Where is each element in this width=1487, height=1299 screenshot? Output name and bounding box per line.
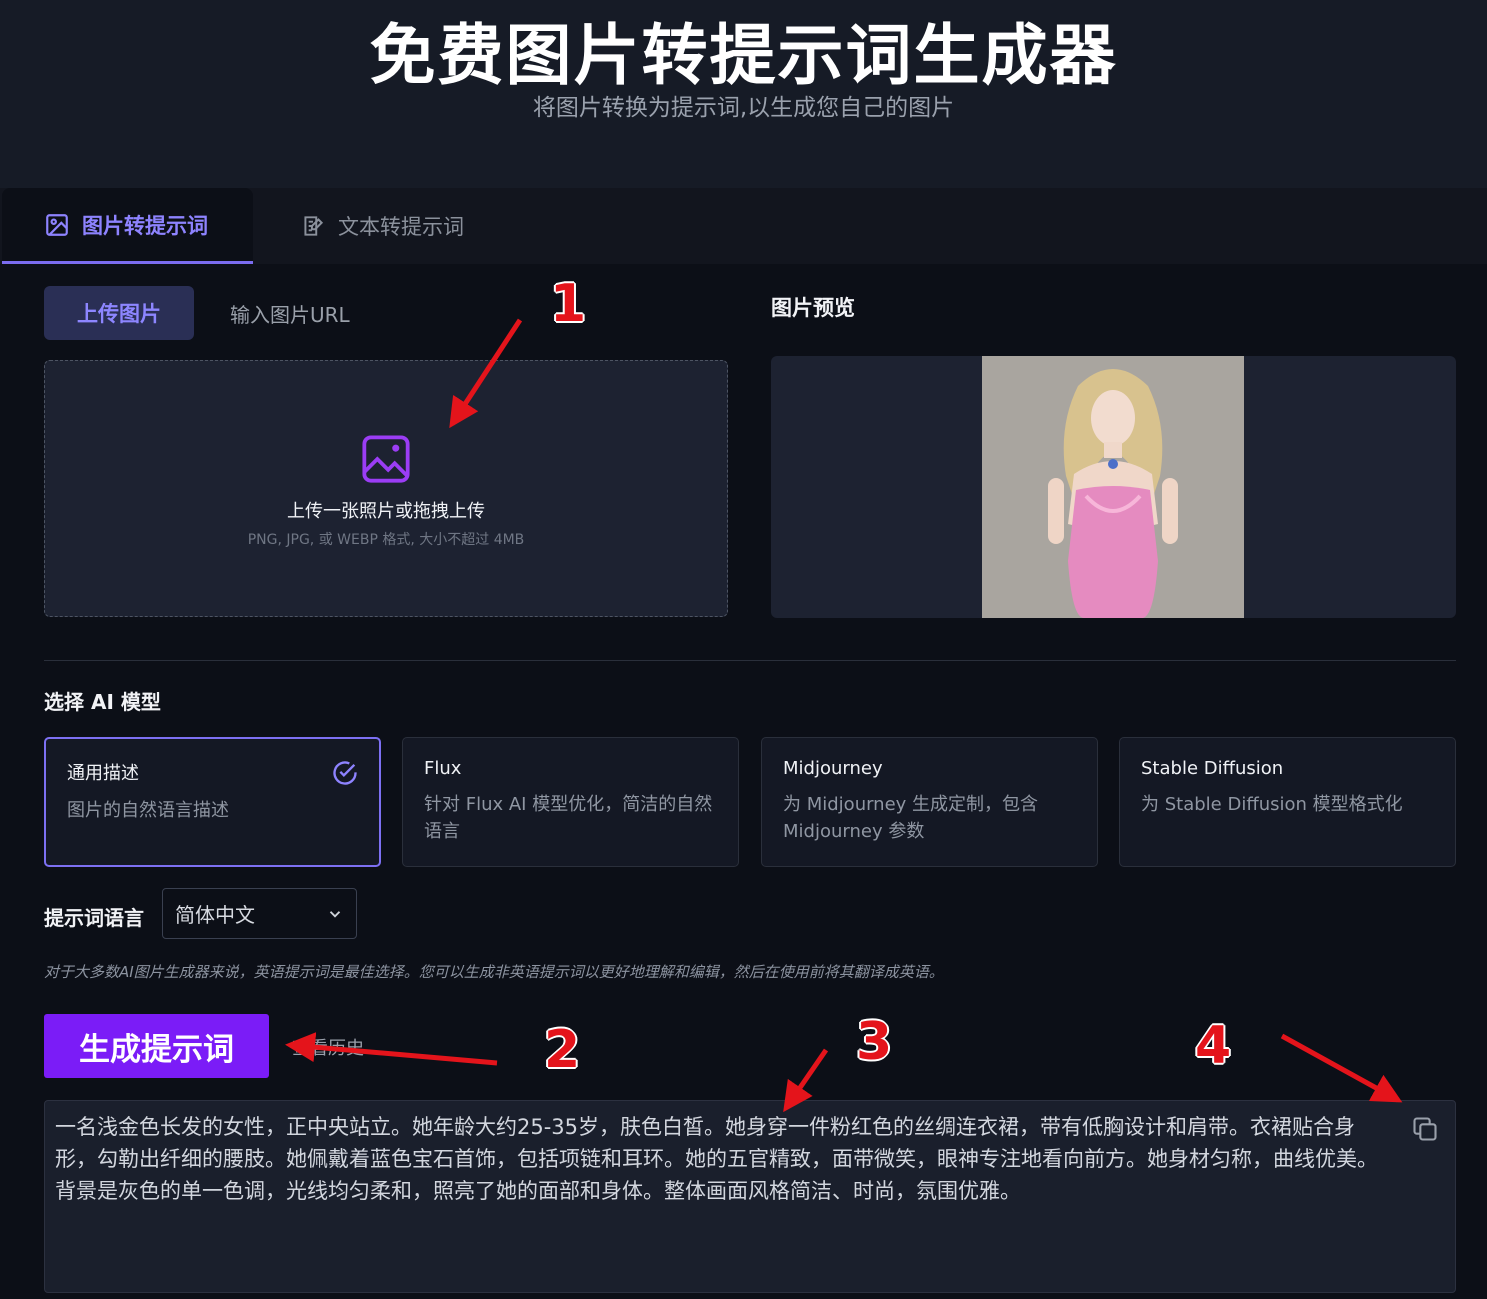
- language-hint: 对于大多数AI图片生成器来说，英语提示词是最佳选择。您可以生成非英语提示词以更好…: [44, 963, 944, 981]
- image-prompt-icon: [46, 213, 68, 236]
- tab-text-to-prompt[interactable]: 文本转提示词: [300, 188, 464, 264]
- text-prompt-icon: [304, 216, 324, 236]
- annotation-label-3: 3: [856, 1012, 893, 1072]
- image-preview: [771, 356, 1456, 618]
- dropzone-subtitle: PNG, JPG, 或 WEBP 格式, 大小不超过 4MB: [247, 531, 525, 548]
- language-label: 提示词语言: [44, 906, 144, 930]
- preview-photo: [982, 356, 1244, 618]
- model-card-midjourney[interactable]: Midjourney 为 Midjourney 生成定制，包含 Midjourn…: [761, 737, 1098, 867]
- main-panel: 上传图片 输入图片URL 上传一张照片或拖拽上传 PNG, JPG, 或 WEB…: [0, 264, 1487, 1299]
- language-select[interactable]: 简体中文: [162, 888, 357, 939]
- model-card-stable-diffusion[interactable]: Stable Diffusion 为 Stable Diffusion 模型格式…: [1119, 737, 1456, 867]
- tab-image-url[interactable]: 输入图片URL: [230, 299, 350, 328]
- generate-button[interactable]: 生成提示词: [44, 1014, 269, 1078]
- model-desc: 针对 Flux AI 模型优化，简洁的自然语言: [424, 794, 713, 842]
- model-name: 通用描述: [67, 763, 139, 784]
- check-circle-icon: [333, 761, 357, 785]
- upload-dropzone[interactable]: 上传一张照片或拖拽上传 PNG, JPG, 或 WEBP 格式, 大小不超过 4…: [44, 360, 728, 617]
- dropzone-title: 上传一张照片或拖拽上传: [287, 500, 485, 522]
- chevron-down-icon: [329, 910, 341, 918]
- tab-label: 图片转提示词: [82, 213, 208, 238]
- model-desc: 图片的自然语言描述: [67, 800, 229, 821]
- tab-upload-image[interactable]: 上传图片: [44, 286, 194, 340]
- output-text: 一名浅金色长发的女性，正中央站立。她年龄大约25-35岁，肤色白皙。她身穿一件粉…: [55, 1115, 1378, 1203]
- model-desc: 为 Midjourney 生成定制，包含 Midjourney 参数: [783, 794, 1039, 842]
- model-name: Flux: [424, 758, 462, 779]
- history-link[interactable]: 查看历史: [292, 1034, 364, 1060]
- model-card-flux[interactable]: Flux 针对 Flux AI 模型优化，简洁的自然语言: [402, 737, 739, 867]
- annotation-label-1: 1: [550, 274, 587, 334]
- tab-image-to-prompt[interactable]: 图片转提示词: [2, 188, 253, 264]
- upload-mode-tabs: 上传图片 输入图片URL: [44, 286, 350, 340]
- output-textarea[interactable]: 一名浅金色长发的女性，正中央站立。她年龄大约25-35岁，肤色白皙。她身穿一件粉…: [44, 1100, 1456, 1293]
- annotation-label-4: 4: [1195, 1016, 1232, 1076]
- page-title: 免费图片转提示词生成器: [369, 17, 1118, 94]
- image-upload-icon: [362, 434, 410, 483]
- copy-icon[interactable]: [1411, 1115, 1439, 1143]
- model-card-general[interactable]: 通用描述 图片的自然语言描述: [44, 737, 381, 867]
- model-section-label: 选择 AI 模型: [44, 690, 161, 714]
- model-desc: 为 Stable Diffusion 模型格式化: [1141, 794, 1403, 815]
- model-name: Stable Diffusion: [1141, 758, 1284, 779]
- mode-tabbar: 图片转提示词 文本转提示词: [0, 188, 1487, 264]
- section-divider: [44, 660, 1456, 661]
- model-name: Midjourney: [783, 758, 883, 779]
- tab-label: 文本转提示词: [338, 215, 464, 239]
- hero-header: 免费图片转提示词生成器 将图片转换为提示词,以生成您自己的图片: [0, 0, 1487, 188]
- preview-title: 图片预览: [771, 296, 855, 320]
- annotation-label-2: 2: [544, 1020, 581, 1080]
- language-value: 简体中文: [175, 903, 255, 927]
- page-subtitle: 将图片转换为提示词,以生成您自己的图片: [532, 95, 955, 121]
